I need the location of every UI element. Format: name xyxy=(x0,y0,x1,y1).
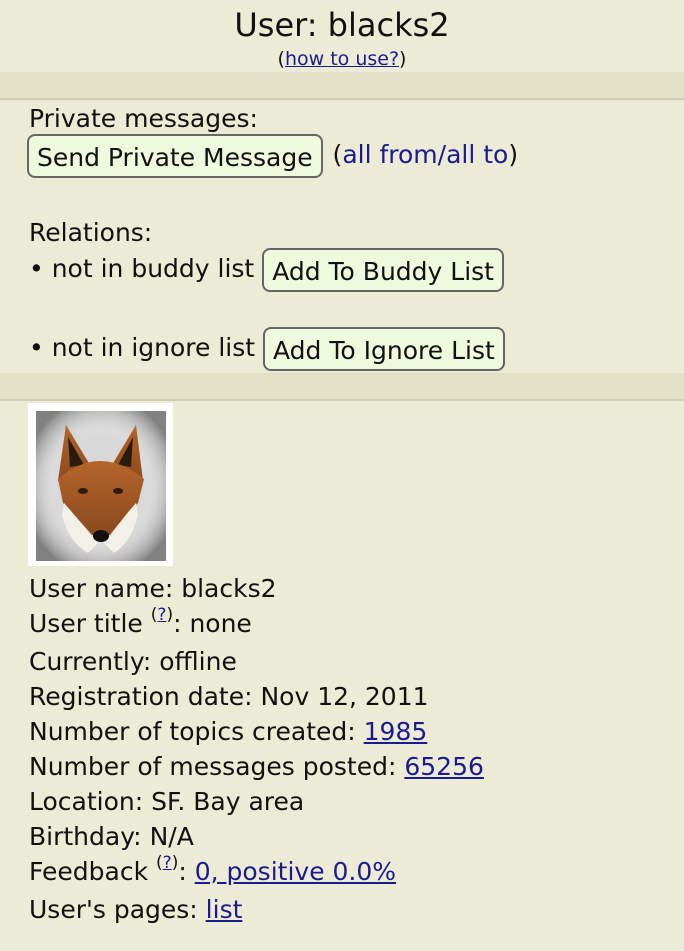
topics-row: Number of topics created: 1985 xyxy=(29,717,428,746)
section-divider xyxy=(0,72,684,100)
ignore-row: • not in ignore list Add To Ignore List xyxy=(29,327,505,371)
messages-row: Number of messages posted: 65256 xyxy=(29,752,484,781)
feedback-row: Feedback (?): 0, positive 0.0% xyxy=(29,853,397,886)
page-header: User: blacks2 (how to use?) xyxy=(0,0,684,72)
feedback-link[interactable]: 0, positive 0.0% xyxy=(195,857,396,886)
registration-value: Nov 12, 2011 xyxy=(260,682,429,711)
add-to-ignore-list-button[interactable]: Add To Ignore List xyxy=(263,327,505,371)
buddy-row: • not in buddy list Add To Buddy List xyxy=(29,248,504,292)
user-title-value: : none xyxy=(173,609,252,638)
registration-row: Registration date: Nov 12, 2011 xyxy=(29,682,429,711)
buddy-status: • not in buddy list xyxy=(29,254,255,283)
all-to-link[interactable]: all to xyxy=(446,140,508,169)
private-messages-row: Send Private Message (all from/all to) xyxy=(27,134,518,178)
user-title-help-link[interactable]: ? xyxy=(157,605,166,625)
all-from-link[interactable]: all from xyxy=(342,140,437,169)
location-value: SF. Bay area xyxy=(151,787,305,816)
send-private-message-button[interactable]: Send Private Message xyxy=(27,134,323,178)
page-title: User: blacks2 xyxy=(234,6,450,44)
currently-value: offline xyxy=(159,647,237,676)
section-divider-2 xyxy=(0,373,684,401)
birthday-value: N/A xyxy=(149,822,194,851)
how-to-use-link[interactable]: how to use? xyxy=(285,48,399,70)
profile-section: User name: blacks2 User title (?): none … xyxy=(0,401,684,951)
add-to-buddy-list-button[interactable]: Add To Buddy List xyxy=(262,248,504,292)
user-name-value: blacks2 xyxy=(181,574,277,603)
messages-count-link[interactable]: 65256 xyxy=(404,752,484,781)
feedback-help-link[interactable]: ? xyxy=(163,853,172,873)
user-title-row: User title (?): none xyxy=(29,605,252,638)
actions-section: Private messages: Send Private Message (… xyxy=(0,100,684,373)
how-to-use-line: (how to use?) xyxy=(277,48,407,70)
fox-avatar-icon xyxy=(28,403,173,566)
user-name-row: User name: blacks2 xyxy=(29,574,277,603)
private-messages-label: Private messages: xyxy=(29,104,258,133)
user-pages-link[interactable]: list xyxy=(206,895,243,924)
location-row: Location: SF. Bay area xyxy=(29,787,305,816)
ignore-status: • not in ignore list xyxy=(29,333,256,362)
birthday-row: Birthday: N/A xyxy=(29,822,194,851)
relations-label: Relations: xyxy=(29,218,153,247)
topics-count-link[interactable]: 1985 xyxy=(364,717,428,746)
currently-row: Currently: offline xyxy=(29,647,237,676)
user-pages-row: User's pages: list xyxy=(29,895,243,924)
